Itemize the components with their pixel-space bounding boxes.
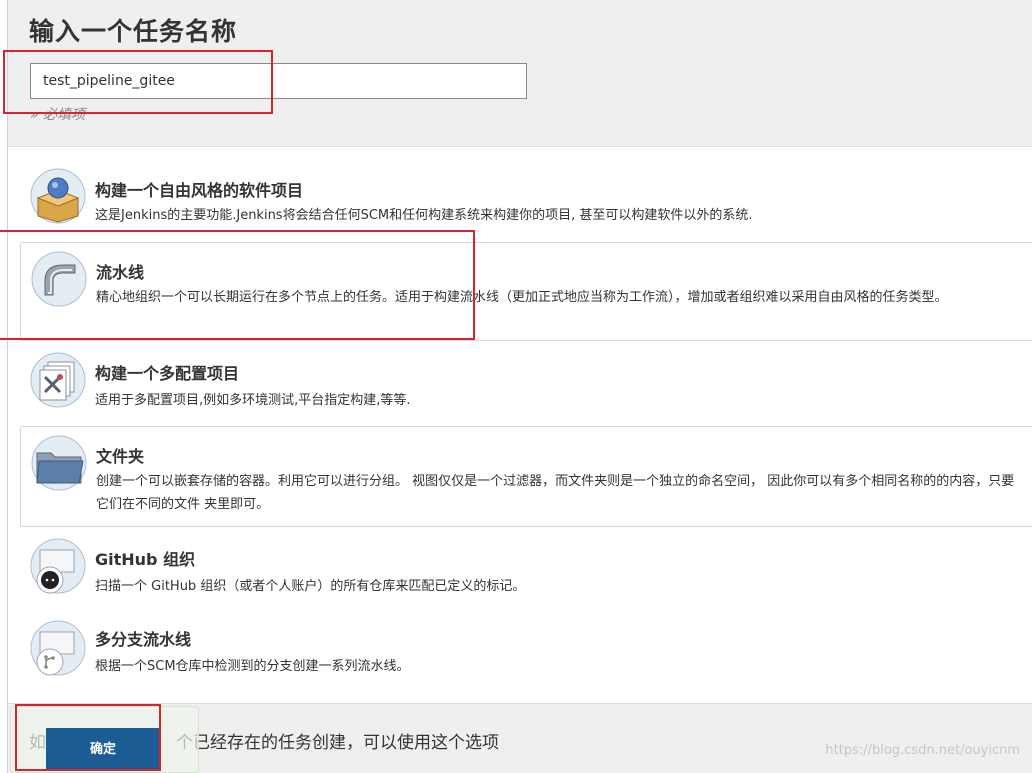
item-desc: 适用于多配置项目,例如多环境测试,平台指定构建,等等.	[95, 393, 411, 408]
item-freestyle[interactable]: 构建一个自由风格的软件项目 这是Jenkins的主要功能.Jenkins将会结合…	[20, 160, 1032, 236]
folder-icon	[31, 435, 87, 491]
item-name: GitHub 组织	[95, 550, 196, 569]
page-title: 输入一个任务名称	[29, 17, 238, 46]
item-name: 构建一个多配置项目	[95, 364, 240, 383]
item-desc: 这是Jenkins的主要功能.Jenkins将会结合任何SCM和任何构建系统来构…	[95, 208, 753, 223]
item-multi-config[interactable]: 构建一个多配置项目 适用于多配置项目,例如多环境测试,平台指定构建,等等.	[20, 344, 1032, 420]
item-desc: 根据一个SCM仓库中检测到的分支创建一系列流水线。	[95, 659, 410, 674]
item-name: 构建一个自由风格的软件项目	[95, 181, 304, 200]
copy-hint-text: 个已经存在的任务创建，可以使用这个选项	[176, 733, 499, 753]
item-multibranch[interactable]: 多分支流水线 根据一个SCM仓库中检测到的分支创建一系列流水线。	[20, 612, 1032, 688]
item-name: 文件夹	[96, 447, 145, 466]
multibranch-icon	[30, 620, 86, 676]
highlight-box-ok	[15, 704, 161, 771]
left-border	[0, 0, 8, 773]
highlight-box-pipeline	[0, 230, 475, 340]
item-desc: 扫描一个 GitHub 组织（或者个人账户）的所有仓库来匹配已定义的标记。	[95, 579, 526, 594]
item-name: 多分支流水线	[95, 630, 192, 649]
github-org-icon	[30, 538, 86, 594]
freestyle-box-icon	[30, 168, 86, 224]
multi-config-icon	[30, 352, 86, 408]
item-desc: 创建一个可以嵌套存储的容器。利用它可以进行分组。 视图仅仅是一个过滤器，而文件夹…	[96, 474, 1015, 512]
item-github-org[interactable]: GitHub 组织 扫描一个 GitHub 组织（或者个人账户）的所有仓库来匹配…	[20, 530, 1032, 606]
watermark-text: https://blog.csdn.net/ouyicnm	[825, 743, 1020, 758]
highlight-box-name	[3, 50, 273, 114]
item-folder[interactable]: 文件夹 创建一个可以嵌套存储的容器。利用它可以进行分组。 视图仅仅是一个过滤器，…	[20, 426, 1032, 527]
